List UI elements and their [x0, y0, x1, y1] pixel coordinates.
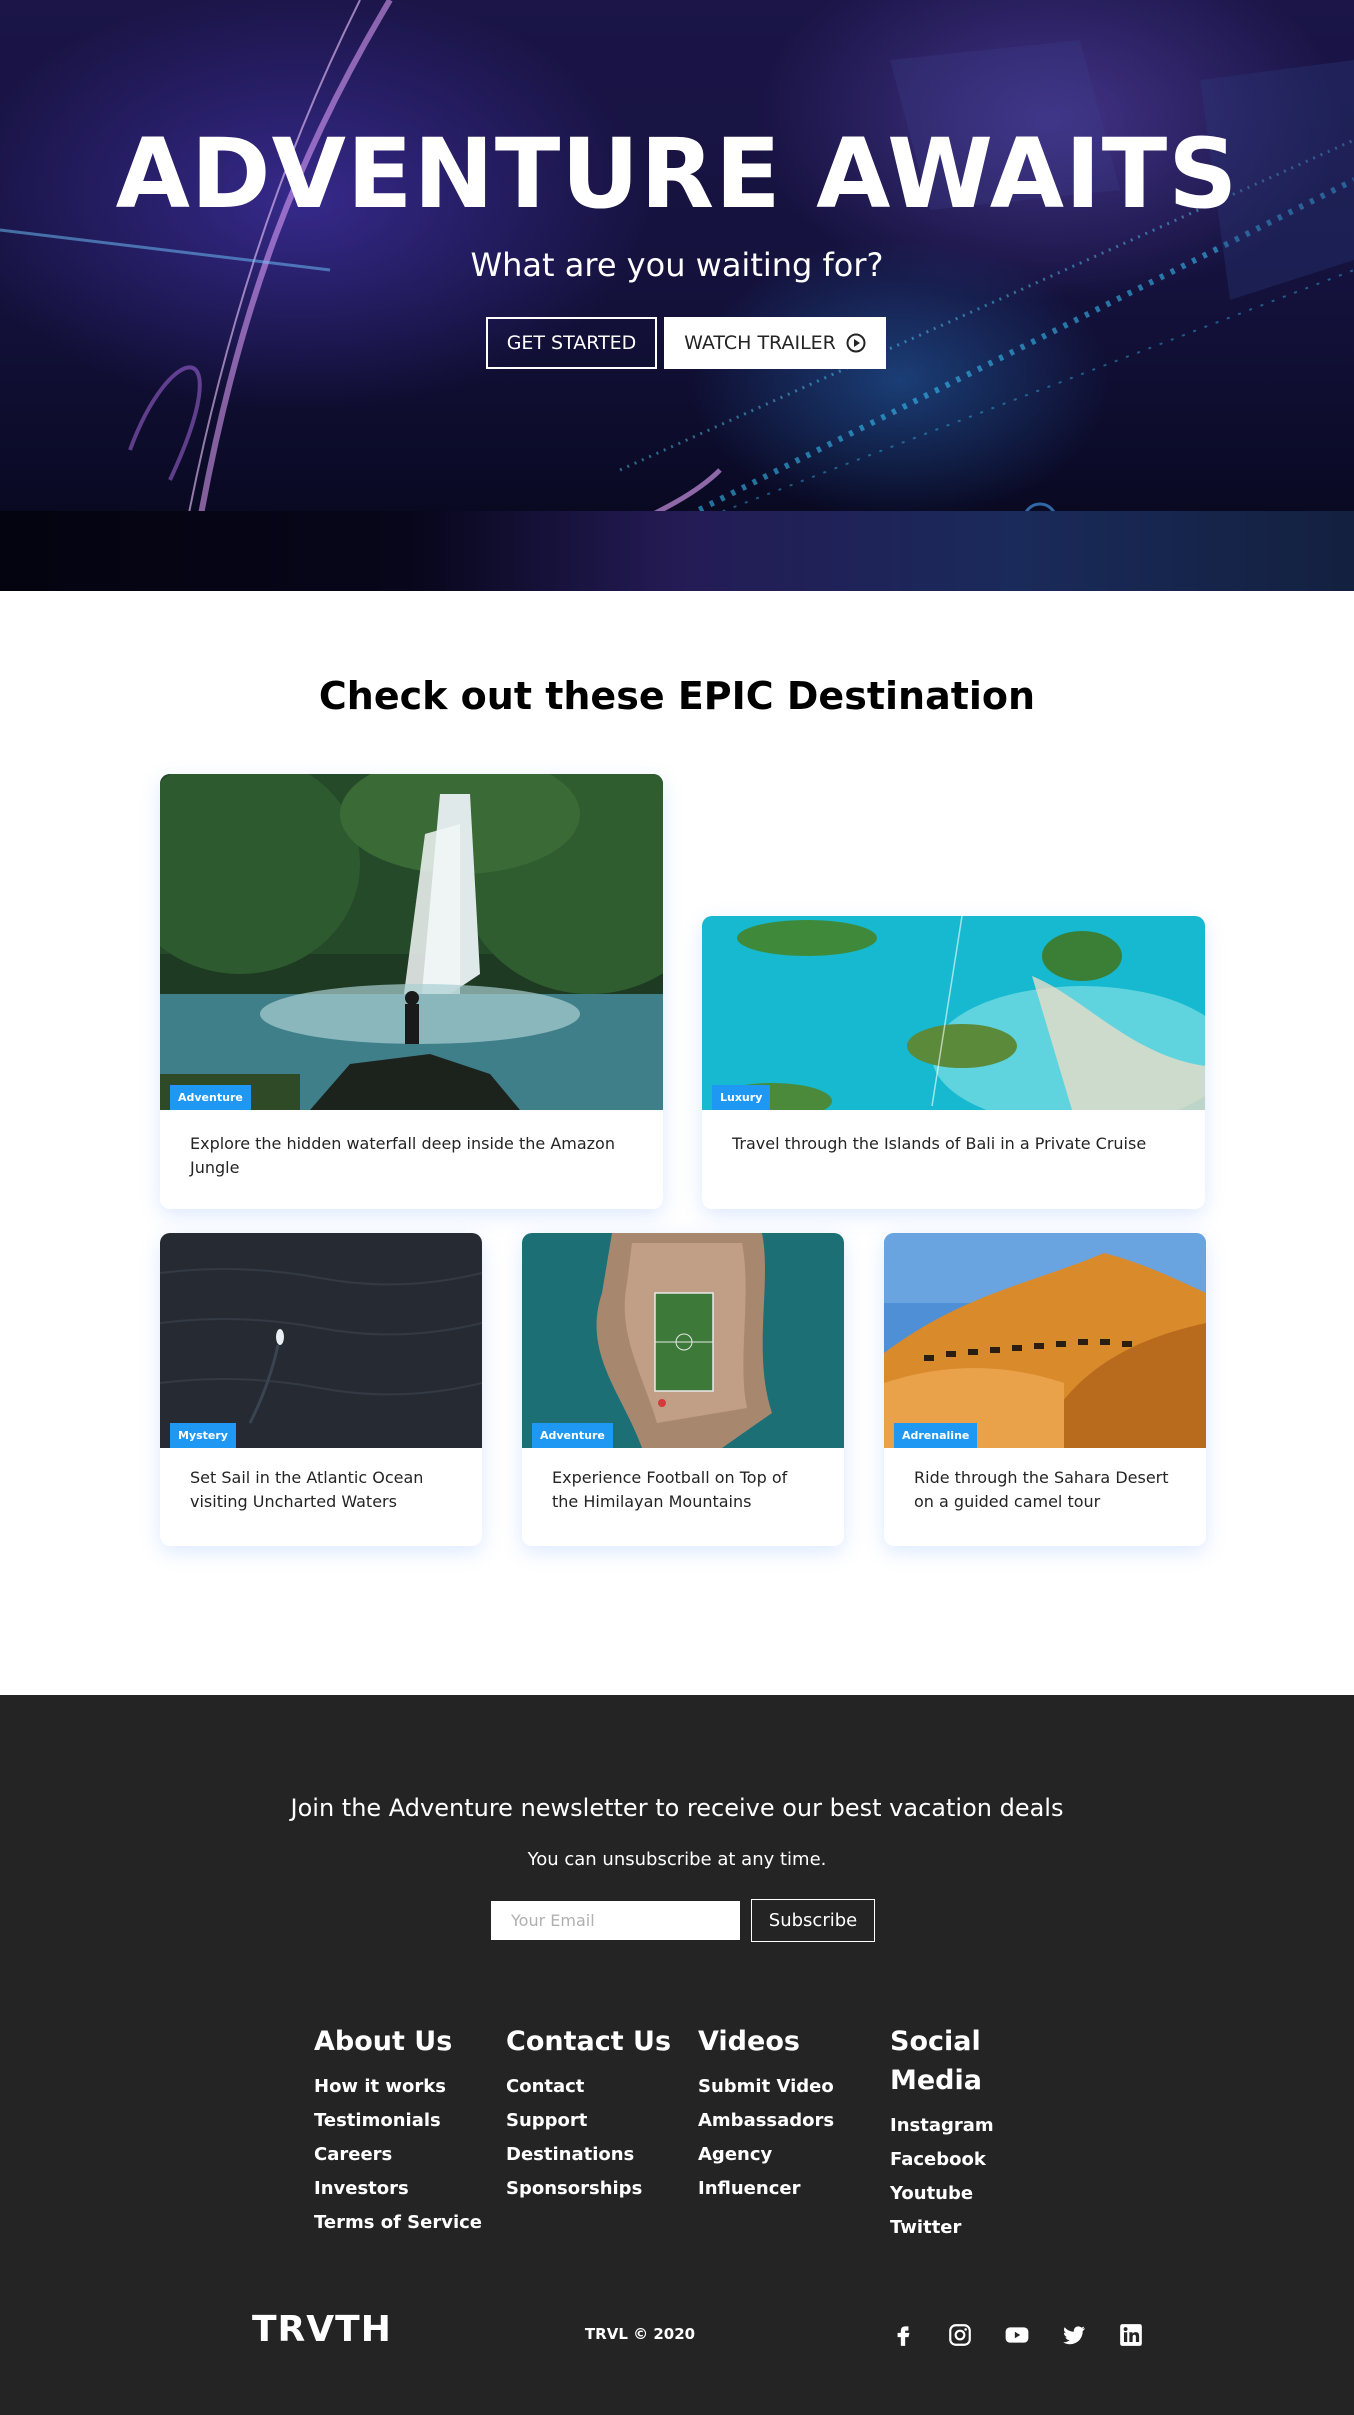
footer-column-videos: Videos Submit Video Ambassadors Agency I…: [698, 2022, 868, 2206]
subscribe-button[interactable]: Subscribe: [751, 1899, 875, 1942]
footer-link[interactable]: Contact: [506, 2070, 686, 2104]
footer-column-title: Social Media: [890, 2026, 982, 2096]
footer-link[interactable]: Terms of Service: [314, 2206, 484, 2240]
newsletter-subheading: You can unsubscribe at any time.: [527, 1849, 827, 1870]
footer-link[interactable]: How it works: [314, 2070, 484, 2104]
footer-link[interactable]: Support: [506, 2104, 686, 2138]
card-tag: Adrenaline: [894, 1423, 978, 1448]
footer-link[interactable]: Facebook: [890, 2143, 1020, 2177]
email-field[interactable]: [491, 1901, 740, 1940]
destination-card-desert[interactable]: Adrenaline Ride through the Sahara Deser…: [884, 1233, 1206, 1546]
footer-link[interactable]: Influencer: [698, 2172, 868, 2206]
footer: Join the Adventure newsletter to receive…: [0, 1695, 1354, 2415]
hero-title: ADVENTURE AWAITS: [115, 118, 1239, 230]
footer-link[interactable]: Submit Video: [698, 2070, 868, 2104]
watch-trailer-label: WATCH TRAILER: [684, 332, 836, 354]
youtube-icon[interactable]: [1002, 2320, 1032, 2350]
football-island-image: Adventure: [522, 1233, 844, 1448]
footer-column-title: About Us: [314, 2026, 453, 2057]
footer-column-contact: Contact Us Contact Support Destinations …: [506, 2022, 686, 2206]
footer-link[interactable]: Destinations: [506, 2138, 686, 2172]
instagram-icon[interactable]: [945, 2320, 975, 2350]
hero-bottom-strip: [0, 511, 1354, 591]
hero-background-image: [0, 0, 1354, 587]
destination-card-bali[interactable]: Luxury Travel through the Islands of Bal…: [702, 916, 1205, 1209]
card-description: Travel through the Islands of Bali in a …: [732, 1134, 1147, 1153]
play-circle-icon: [846, 333, 866, 353]
footer-link[interactable]: Careers: [314, 2138, 484, 2172]
card-tag: Mystery: [170, 1423, 236, 1448]
footer-link[interactable]: Ambassadors: [698, 2104, 868, 2138]
destination-card-ocean[interactable]: Mystery Set Sail in the Atlantic Ocean v…: [160, 1233, 482, 1546]
card-description: Set Sail in the Atlantic Ocean visiting …: [190, 1468, 424, 1511]
hero-buttons: GET STARTED WATCH TRAILER: [486, 317, 886, 369]
card-tag: Adventure: [532, 1423, 613, 1448]
card-tag: Luxury: [712, 1085, 771, 1110]
card-description: Ride through the Sahara Desert on a guid…: [914, 1468, 1169, 1511]
footer-link[interactable]: Testimonials: [314, 2104, 484, 2138]
footer-column-title: Videos: [698, 2026, 800, 2057]
footer-link[interactable]: Sponsorships: [506, 2172, 686, 2206]
desert-image: Adrenaline: [884, 1233, 1206, 1448]
hero-section: ADVENTURE AWAITS What are you waiting fo…: [0, 0, 1354, 591]
footer-column-social: Social Media Instagram Facebook Youtube …: [890, 2022, 1020, 2245]
footer-link[interactable]: Youtube: [890, 2177, 1020, 2211]
card-description: Explore the hidden waterfall deep inside…: [190, 1134, 615, 1177]
footer-link[interactable]: Investors: [314, 2172, 484, 2206]
footer-column-title: Contact Us: [506, 2026, 672, 2057]
footer-link[interactable]: Instagram: [890, 2109, 1020, 2143]
get-started-button[interactable]: GET STARTED: [486, 317, 657, 369]
get-started-label: GET STARTED: [506, 332, 637, 354]
hero-subtitle: What are you waiting for?: [470, 246, 884, 284]
destinations-heading: Check out these EPIC Destination: [318, 674, 1036, 718]
footer-link[interactable]: Agency: [698, 2138, 868, 2172]
newsletter-heading: Join the Adventure newsletter to receive…: [290, 1794, 1064, 1822]
watch-trailer-button[interactable]: WATCH TRAILER: [664, 317, 886, 369]
linkedin-icon[interactable]: [1116, 2320, 1146, 2350]
bali-islands-image: Luxury: [702, 916, 1205, 1110]
destination-card-football[interactable]: Adventure Experience Football on Top of …: [522, 1233, 844, 1546]
footer-link[interactable]: Twitter: [890, 2211, 1020, 2245]
card-description: Experience Football on Top of the Himila…: [552, 1468, 788, 1511]
destination-card-waterfall[interactable]: Adventure Explore the hidden waterfall d…: [160, 774, 663, 1209]
card-tag: Adventure: [170, 1085, 251, 1110]
waterfall-image: Adventure: [160, 774, 663, 1110]
ocean-image: Mystery: [160, 1233, 482, 1448]
social-icons: [888, 2320, 1146, 2350]
footer-column-about: About Us How it works Testimonials Caree…: [314, 2022, 484, 2240]
twitter-icon[interactable]: [1059, 2320, 1089, 2350]
facebook-icon[interactable]: [888, 2320, 918, 2350]
